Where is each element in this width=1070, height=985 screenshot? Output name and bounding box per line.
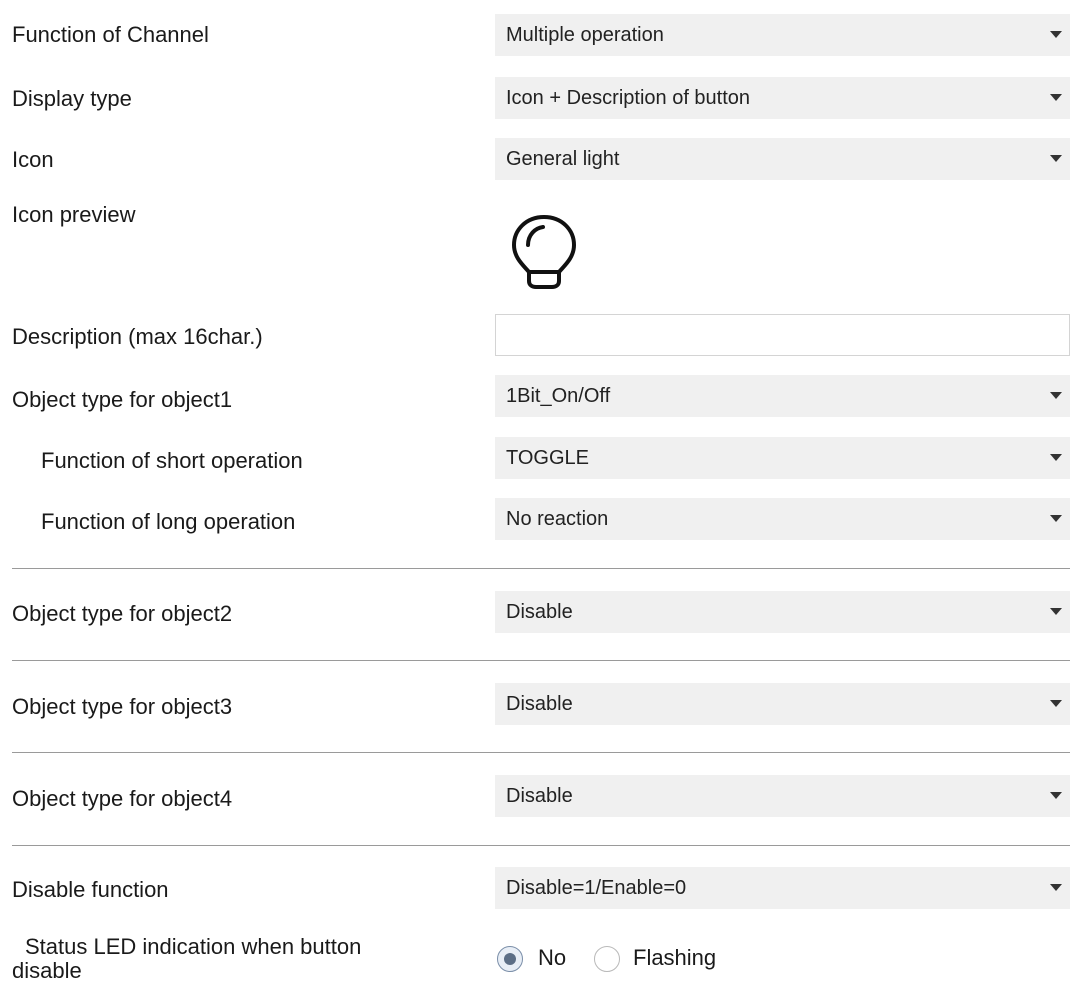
status-led-option-no-label[interactable]: No <box>538 944 566 972</box>
function-of-channel-value: Multiple operation <box>506 24 664 46</box>
long-operation-value: No reaction <box>506 508 609 530</box>
function-of-channel-label: Function of Channel <box>12 22 209 47</box>
disable-function-value: Disable=1/Enable=0 <box>506 877 687 899</box>
long-operation-select[interactable]: No reaction <box>495 498 1070 540</box>
short-operation-select[interactable]: TOGGLE <box>495 437 1070 479</box>
object3-type-label: Object type for object3 <box>12 694 233 719</box>
light-bulb-icon <box>511 214 577 289</box>
display-type-label: Display type <box>12 86 132 111</box>
object2-type-value: Disable <box>506 601 573 623</box>
status-led-option-no-radio[interactable] <box>497 946 523 972</box>
chevron-down-icon <box>1050 700 1062 707</box>
disable-function-select[interactable]: Disable=1/Enable=0 <box>495 867 1070 909</box>
object3-type-value: Disable <box>506 693 573 715</box>
chevron-down-icon <box>1050 792 1062 799</box>
chevron-down-icon <box>1050 454 1062 461</box>
icon-preview-label: Icon preview <box>12 202 136 227</box>
chevron-down-icon <box>1050 155 1062 162</box>
object4-type-value: Disable <box>506 785 573 807</box>
object4-type-select[interactable]: Disable <box>495 775 1070 817</box>
display-type-select[interactable]: Icon + Description of button <box>495 77 1070 119</box>
description-input[interactable] <box>495 314 1070 356</box>
status-led-label-line1: Status LED indication when button <box>25 934 362 959</box>
chevron-down-icon <box>1050 94 1062 101</box>
chevron-down-icon <box>1050 392 1062 399</box>
status-led-option-flashing-label[interactable]: Flashing <box>633 944 716 972</box>
object4-type-label: Object type for object4 <box>12 786 233 811</box>
status-led-option-flashing-radio[interactable] <box>594 946 620 972</box>
object1-type-label: Object type for object1 <box>12 387 233 412</box>
divider <box>12 660 1070 661</box>
long-operation-label: Function of long operation <box>41 509 296 534</box>
object1-type-select[interactable]: 1Bit_On/Off <box>495 375 1070 417</box>
chevron-down-icon <box>1050 608 1062 615</box>
icon-label: Icon <box>12 147 54 172</box>
display-type-value: Icon + Description of button <box>506 87 751 109</box>
object2-type-select[interactable]: Disable <box>495 591 1070 633</box>
icon-value: General light <box>506 148 620 170</box>
function-of-channel-select[interactable]: Multiple operation <box>495 14 1070 56</box>
description-label: Description (max 16char.) <box>12 324 263 349</box>
divider <box>12 752 1070 753</box>
object2-type-label: Object type for object2 <box>12 601 233 626</box>
object3-type-select[interactable]: Disable <box>495 683 1070 725</box>
icon-select[interactable]: General light <box>495 138 1070 180</box>
chevron-down-icon <box>1050 515 1062 522</box>
short-operation-value: TOGGLE <box>506 447 589 469</box>
divider <box>12 845 1070 846</box>
status-led-label-line2: disable <box>12 958 82 983</box>
chevron-down-icon <box>1050 31 1062 38</box>
object1-type-value: 1Bit_On/Off <box>506 385 611 407</box>
disable-function-label: Disable function <box>12 877 169 902</box>
divider <box>12 568 1070 569</box>
chevron-down-icon <box>1050 884 1062 891</box>
short-operation-label: Function of short operation <box>41 448 303 473</box>
